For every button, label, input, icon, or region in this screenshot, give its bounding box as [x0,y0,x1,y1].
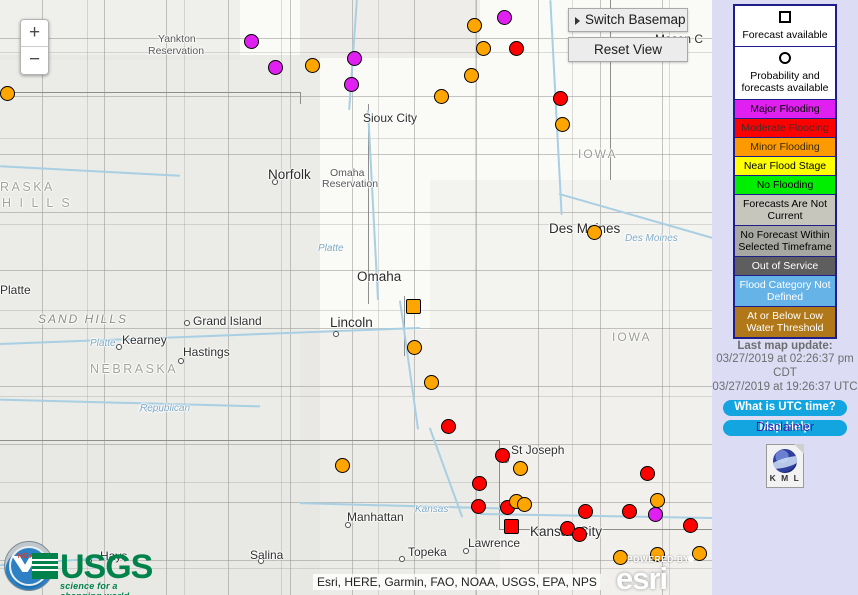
usgs-wave-icon [32,553,58,579]
gauge-marker[interactable] [407,340,422,355]
zoom-out-button[interactable]: − [21,47,48,74]
legend-row-10: Flood Category Not Defined [735,276,835,307]
kml-globe-icon [773,449,797,473]
map-canvas[interactable]: YanktonReservationSioux CityMason CIOWAI… [0,0,712,595]
legend-row-4: Minor Flooding [735,138,835,157]
gauge-marker[interactable] [471,499,486,514]
state-border-seg [300,92,302,104]
last-update-title: Last map update: [737,340,833,352]
legend-row-label: Forecast available [742,29,828,41]
gauge-marker[interactable] [495,448,510,463]
gauge-marker[interactable] [497,10,512,25]
gauge-marker[interactable] [464,68,479,83]
flood-map-application: YanktonReservationSioux CityMason CIOWAI… [0,0,858,595]
caret-right-icon [575,17,580,25]
gauge-marker[interactable] [683,518,698,533]
gauge-marker[interactable] [622,504,637,519]
legend-sidebar: Forecast available Probability and foreca… [712,0,858,595]
legend-row-6: No Flooding [735,176,835,195]
flood-legend: Forecast available Probability and foreca… [733,4,837,339]
legend-row-1: Probability and forecasts available [735,47,835,100]
state-border-ks-mo-south [499,529,712,531]
circle-outline-icon [779,52,791,64]
last-update-utc: 03/27/2019 at 19:26:37 UTC [712,381,858,393]
gauge-marker[interactable] [472,476,487,491]
gauge-marker[interactable] [406,299,421,314]
city-dot-kearney [116,344,122,350]
city-dot-lincoln [333,331,339,337]
reset-view-button[interactable]: Reset View [568,37,688,62]
city-dot-hastings [178,358,184,364]
legend-row-7: Forecasts Are Not Current [735,195,835,226]
switch-basemap-label: Switch Basemap [585,12,686,27]
gauge-marker[interactable] [613,550,628,565]
gauge-marker[interactable] [305,58,320,73]
city-dot-salina [258,558,264,564]
state-border-ne-ks [0,440,500,442]
gauge-marker[interactable] [650,547,665,562]
map-attribution: Esri, HERE, Garmin, FAO, NOAA, USGS, EPA… [313,574,601,590]
legend-row-2: Major Flooding [735,100,835,119]
gauge-marker[interactable] [244,34,259,49]
gauge-marker[interactable] [335,458,350,473]
usgs-wordmark: USGS [60,548,153,586]
gauge-marker[interactable] [509,41,524,56]
legend-row-11: At or Below Low Water Threshold [735,307,835,337]
utc-help-button[interactable]: What is UTC time? [723,400,847,416]
city-dot-grand-island [184,320,190,326]
kml-download-icon[interactable]: K M L [766,444,804,488]
legend-row-8: No Forecast Within Selected Timeframe [735,226,835,257]
city-dot-norfolk [272,179,278,185]
last-update-local: 03/27/2019 at 02:26:37 pm CDT [716,353,854,379]
city-dot-lawrence [463,548,469,554]
gauge-marker[interactable] [424,375,439,390]
gauge-marker[interactable] [587,225,602,240]
disclaimer-link[interactable]: Disclaimer [712,420,858,434]
state-border-sd-ne [0,92,300,94]
gauge-marker[interactable] [344,77,359,92]
gauge-marker[interactable] [513,461,528,476]
gauge-marker[interactable] [467,18,482,33]
zoom-in-button[interactable]: + [21,20,48,47]
gauge-marker[interactable] [434,89,449,104]
legend-row-0: Forecast available [735,6,835,47]
kml-page-fold [794,444,804,454]
gauge-marker[interactable] [441,419,456,434]
gauge-marker[interactable] [268,60,283,75]
legend-row-3: Moderate Flooding [735,119,835,138]
gauge-marker[interactable] [692,546,707,561]
gauge-marker[interactable] [476,41,491,56]
gauge-marker[interactable] [648,507,663,522]
zoom-controls[interactable]: + − [20,19,49,75]
gauge-marker[interactable] [0,86,15,101]
gauge-marker[interactable] [650,493,665,508]
gauge-marker[interactable] [640,466,655,481]
city-dot-manhattan [345,522,351,528]
usgs-logo: USGS science for a changing world [32,548,153,595]
legend-row-label: Probability and forecasts available [741,70,829,94]
gauge-marker[interactable] [553,91,568,106]
square-outline-icon [779,11,791,23]
gauge-marker[interactable] [578,504,593,519]
gauge-marker[interactable] [517,497,532,512]
switch-basemap-button[interactable]: Switch Basemap [568,8,688,32]
kml-label: K M L [769,473,801,483]
gauge-marker[interactable] [347,51,362,66]
legend-row-9: Out of Service [735,257,835,276]
gauge-marker[interactable] [572,527,587,542]
gauge-marker[interactable] [504,519,519,534]
legend-row-5: Near Flood Stage [735,157,835,176]
city-dot-topeka [399,556,405,562]
gauge-marker[interactable] [555,117,570,132]
